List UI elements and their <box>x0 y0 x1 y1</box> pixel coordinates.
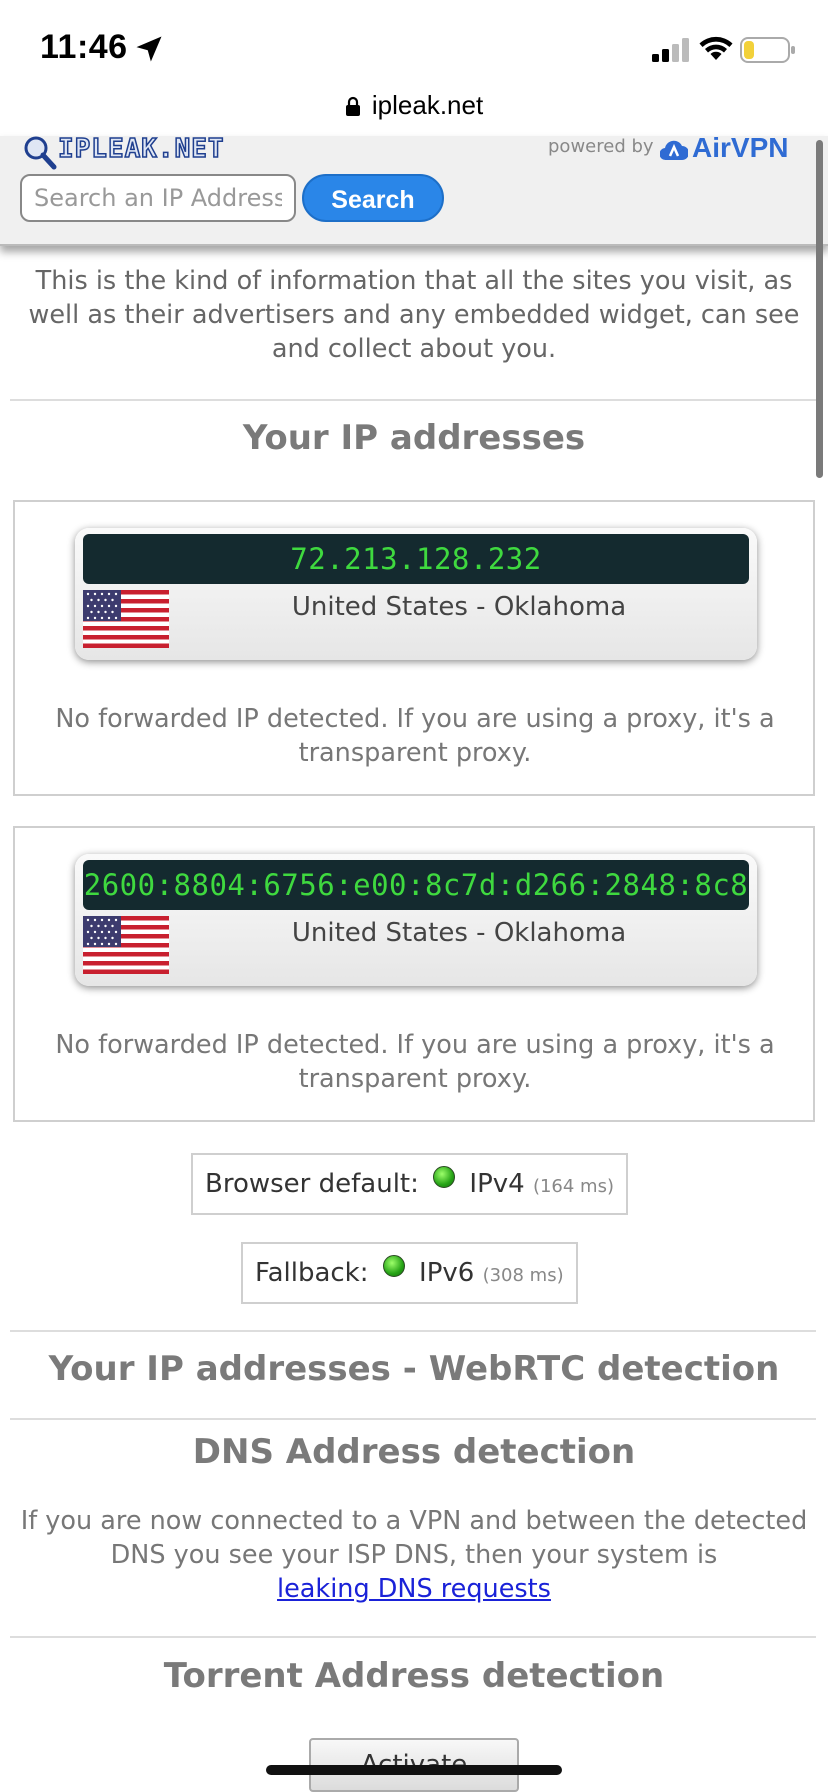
ipleak-logo[interactable]: IPLEAK.NET <box>20 133 250 170</box>
leaking-dns-link[interactable]: leaking DNS requests <box>277 1574 551 1604</box>
us-flag-icon <box>83 916 169 974</box>
wifi-icon <box>699 36 733 60</box>
airvpn-logo[interactable]: AirVPN <box>692 132 788 164</box>
dns-description: If you are now connected to a VPN and be… <box>14 1504 814 1606</box>
forwarded-ip-note: No forwarded IP detected. If you are usi… <box>55 704 775 768</box>
search-button[interactable]: Search <box>302 174 444 222</box>
ip-card: 2600:8804:6756:e00:8c7d:d266:2848:8c8 Un… <box>75 854 757 986</box>
browser-default-protocol: IPv4 <box>469 1169 525 1199</box>
logo-text: IPLEAK.NET <box>57 133 225 165</box>
ip-box-ipv4: 72.213.128.232 United States - Oklahoma … <box>13 500 815 796</box>
ip-address-value: 2600:8804:6756:e00:8c7d:d266:2848:8c8 <box>83 860 749 910</box>
status-led-icon <box>433 1166 456 1188</box>
ip-box-ipv6: 2600:8804:6756:e00:8c7d:d266:2848:8c8 Un… <box>13 826 815 1122</box>
fallback-protocol: IPv6 <box>419 1258 475 1288</box>
battery-icon <box>740 37 795 63</box>
ip-card: 72.213.128.232 United States - Oklahoma <box>75 528 757 660</box>
signal-icon <box>652 38 689 62</box>
webrtc-section-title: Your IP addresses - WebRTC detection <box>48 1349 780 1389</box>
ip-section-title: Your IP addresses <box>242 418 586 458</box>
powered-by-text: powered by <box>548 136 654 157</box>
location-arrow-icon <box>136 36 162 62</box>
us-flag-icon <box>83 590 169 648</box>
ip-location: United States - Oklahoma <box>291 918 627 948</box>
airvpn-cloud-icon <box>660 140 688 161</box>
intro-text: This is the kind of information that all… <box>28 266 800 364</box>
browser-default-latency: (164 ms) <box>532 1176 614 1197</box>
lock-icon <box>345 96 360 116</box>
browser-default-label: Browser default: <box>205 1169 419 1199</box>
fallback-label: Fallback: <box>255 1258 369 1288</box>
divider <box>10 1330 816 1332</box>
divider <box>10 1636 816 1638</box>
divider <box>10 399 816 401</box>
browser-default-box: Browser default: IPv4 (164 ms) <box>191 1153 628 1215</box>
status-led-icon <box>382 1255 405 1277</box>
fallback-latency: (308 ms) <box>482 1265 564 1286</box>
dns-text: If you are now connected to a VPN and be… <box>20 1506 808 1570</box>
status-time: 11:46 <box>40 28 128 66</box>
torrent-section-title: Torrent Address detection <box>163 1656 665 1696</box>
ip-location: United States - Oklahoma <box>291 592 627 622</box>
fallback-box: Fallback: IPv6 (308 ms) <box>241 1242 578 1304</box>
url-text: ipleak.net <box>371 90 484 120</box>
home-indicator[interactable] <box>266 1765 562 1775</box>
address-bar[interactable]: ipleak.net <box>0 90 828 136</box>
site-header: IPLEAK.NET powered by AirVPN Search <box>0 132 828 246</box>
divider <box>10 1418 816 1420</box>
ip-address-value: 72.213.128.232 <box>83 534 749 584</box>
forwarded-ip-note: No forwarded IP detected. If you are usi… <box>55 1030 775 1094</box>
status-bar: 11:46 <box>0 0 828 96</box>
search-input[interactable] <box>20 174 296 222</box>
magnifier-logo-icon <box>24 136 57 170</box>
dns-section-title: DNS Address detection <box>192 1432 636 1472</box>
